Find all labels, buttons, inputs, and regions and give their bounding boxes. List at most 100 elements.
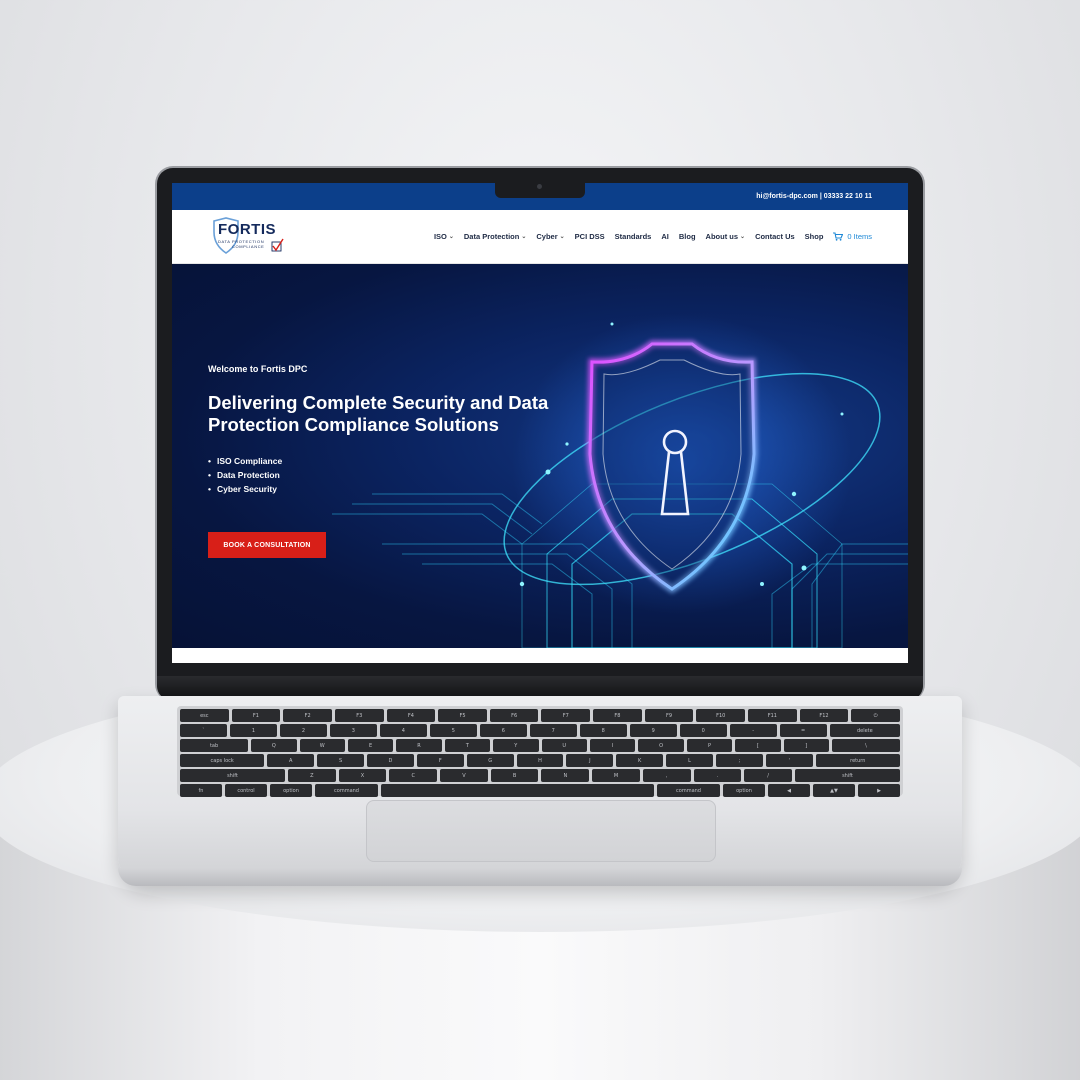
keyboard-key[interactable]: Y (493, 739, 539, 752)
keyboard-key[interactable]: command (315, 784, 378, 797)
keyboard-key[interactable]: F11 (748, 709, 797, 722)
keyboard-key[interactable]: ] (783, 739, 829, 752)
keyboard-key[interactable]: 8 (579, 724, 627, 737)
keyboard-key[interactable]: ◀ (768, 784, 810, 797)
keyboard-key[interactable]: T (444, 739, 491, 752)
keyboard-key[interactable]: F8 (593, 709, 642, 722)
keyboard-key[interactable]: H (516, 754, 564, 767)
keyboard-key[interactable]: F3 (334, 709, 384, 722)
nav-item-data-protection[interactable]: Data Protection ⌄ (464, 232, 526, 241)
keyboard-key[interactable]: fn (180, 784, 222, 797)
keyboard-key[interactable]: F5 (438, 709, 487, 722)
bullet-item: Data Protection (208, 468, 568, 482)
keyboard-key[interactable]: ' (765, 754, 813, 767)
keyboard-key[interactable]: shift (180, 769, 285, 782)
nav-item-cyber[interactable]: Cyber ⌄ (536, 232, 564, 241)
keyboard-key[interactable]: M (592, 769, 640, 782)
keyboard-key[interactable]: 6 (479, 724, 527, 737)
logo-wordmark: FORTIS (218, 220, 276, 238)
keyboard-key[interactable]: ; (715, 754, 763, 767)
site-logo[interactable]: FORTIS DATA PROTECTION COMPLIANCE (208, 216, 288, 257)
keyboard-key[interactable]: 5 (429, 724, 477, 737)
nav-item-blog[interactable]: Blog (679, 232, 696, 241)
keyboard-key[interactable]: F10 (696, 709, 746, 722)
keyboard-key[interactable]: 3 (329, 724, 377, 737)
keyboard-key[interactable]: delete (829, 724, 901, 737)
keyboard-key[interactable]: Z (287, 769, 336, 782)
keyboard-key[interactable]: 0 (679, 724, 727, 737)
keyboard-key[interactable]: 2 (279, 724, 327, 737)
keyboard-key[interactable]: F12 (799, 709, 849, 722)
keyboard-key[interactable]: G (466, 754, 514, 767)
keyboard-key[interactable]: ▲▼ (813, 784, 855, 797)
keyboard-key[interactable]: 7 (529, 724, 577, 737)
logo-subline-2: COMPLIANCE (232, 243, 265, 249)
keyboard-key[interactable]: [ (735, 739, 781, 752)
trackpad[interactable] (366, 800, 716, 862)
nav-item-contact-us[interactable]: Contact Us (755, 232, 795, 241)
keyboard-key[interactable]: K (616, 754, 664, 767)
keyboard-key[interactable]: ⏻ (851, 709, 900, 722)
keyboard-key[interactable]: option (723, 784, 765, 797)
keyboard-key[interactable]: F (416, 754, 464, 767)
keyboard-key[interactable]: A (267, 754, 315, 767)
keyboard-key[interactable]: = (779, 724, 827, 737)
contact-info[interactable]: hi@fortis-dpc.com | 03333 22 10 11 (756, 193, 872, 200)
keyboard-key[interactable]: F7 (541, 709, 591, 722)
keyboard-key[interactable]: L (666, 754, 713, 767)
keyboard-key[interactable]: W (299, 739, 345, 752)
nav-item-shop[interactable]: Shop (805, 232, 824, 241)
nav-label: Cyber (536, 232, 558, 241)
keyboard-key[interactable]: esc (180, 709, 229, 722)
keyboard-key[interactable]: / (744, 769, 792, 782)
cart-link[interactable]: 0 Items (833, 232, 872, 241)
hero-bullets: ISO Compliance Data Protection Cyber Sec… (208, 454, 568, 496)
keyboard-key[interactable]: 9 (629, 724, 677, 737)
nav-item-ai[interactable]: AI (661, 232, 669, 241)
keyboard-key[interactable]: command (657, 784, 720, 797)
book-consultation-button[interactable]: BOOK A CONSULTATION (208, 532, 326, 558)
keyboard-key[interactable]: ` (180, 724, 227, 737)
keyboard-key[interactable]: . (693, 769, 742, 782)
keyboard-key[interactable]: S (317, 754, 365, 767)
nav-item-iso[interactable]: ISO ⌄ (434, 232, 454, 241)
keyboard-key[interactable]: Q (251, 739, 297, 752)
keyboard-key[interactable]: 4 (379, 724, 427, 737)
keyboard-key[interactable]: F1 (231, 709, 281, 722)
keyboard-key[interactable]: E (347, 739, 394, 752)
keyboard-key[interactable]: - (729, 724, 777, 737)
keyboard-key[interactable]: , (642, 769, 691, 782)
keyboard-key[interactable]: F6 (489, 709, 539, 722)
keyboard-key[interactable]: U (541, 739, 587, 752)
keyboard-key[interactable]: control (225, 784, 267, 797)
keyboard-key[interactable]: B (490, 769, 539, 782)
nav-item-about-us[interactable]: About us ⌄ (706, 232, 746, 241)
keyboard-key[interactable]: I (589, 739, 636, 752)
nav-item-pci-dss[interactable]: PCI DSS (575, 232, 605, 241)
keyboard-key[interactable]: J (566, 754, 614, 767)
hero-text: Welcome to Fortis DPC Delivering Complet… (208, 364, 568, 496)
keyboard-key[interactable]: X (338, 769, 387, 782)
keyboard-key[interactable]: shift (794, 769, 900, 782)
keyboard-key[interactable]: tab (180, 739, 249, 752)
keyboard-key[interactable]: 1 (229, 724, 277, 737)
keyboard-key[interactable]: F2 (283, 709, 332, 722)
keyboard-key[interactable]: P (686, 739, 733, 752)
keyboard-key[interactable]: V (440, 769, 488, 782)
keyboard-key[interactable]: ▶ (858, 784, 900, 797)
keyboard-key[interactable]: R (396, 739, 442, 752)
keyboard-key[interactable]: caps lock (180, 754, 265, 767)
nav-item-standards[interactable]: Standards (615, 232, 652, 241)
keyboard-key[interactable]: D (367, 754, 414, 767)
keyboard-key[interactable]: C (389, 769, 438, 782)
keyboard-key[interactable]: \ (831, 739, 901, 752)
keyboard-key[interactable]: option (270, 784, 312, 797)
keyboard-key[interactable]: N (541, 769, 590, 782)
keyboard-key[interactable] (381, 784, 654, 797)
nav-label: Shop (804, 232, 824, 241)
keyboard-key[interactable]: O (638, 739, 684, 752)
keyboard-row-numbers: ` 1 2 3 4 5 6 7 8 9 0- = delete (180, 724, 901, 737)
keyboard-key[interactable]: F4 (386, 709, 436, 722)
keyboard-key[interactable]: F9 (644, 709, 694, 722)
keyboard-key[interactable]: return (815, 754, 900, 767)
